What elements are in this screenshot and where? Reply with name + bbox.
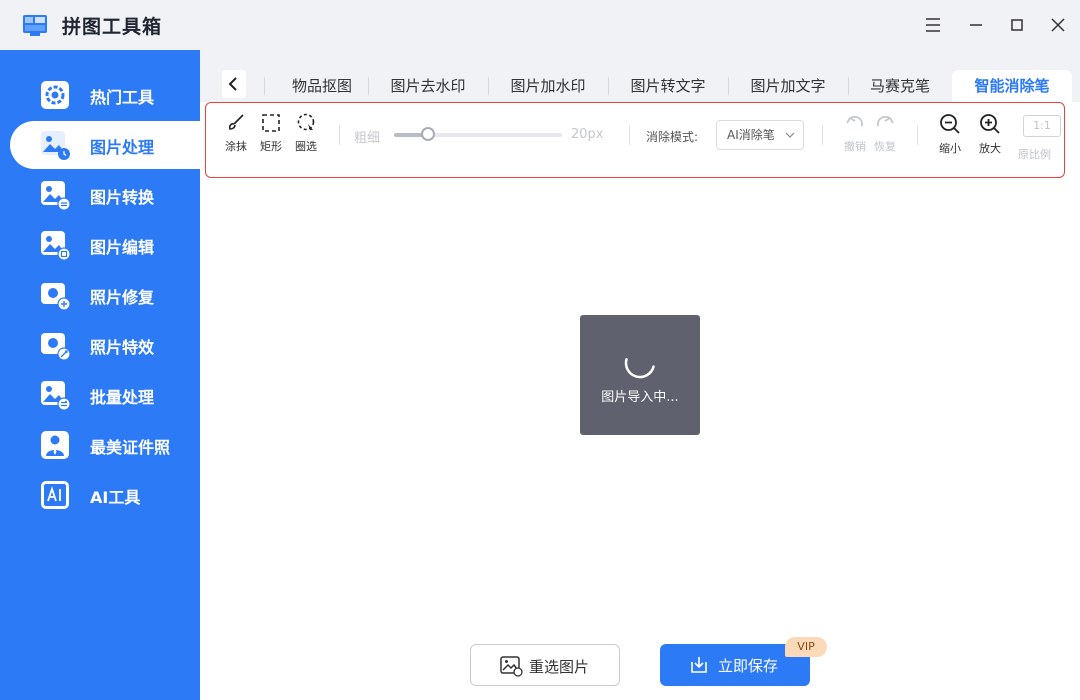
tab-smart-eraser[interactable]: 智能消除笔 (952, 70, 1072, 102)
thickness-value: 20px (571, 127, 604, 142)
sidebar-item-photo-repair[interactable]: 照片修复 (0, 271, 200, 319)
vip-badge: VIP (785, 637, 827, 657)
photo-repair-icon (41, 283, 70, 310)
loading-overlay: 图片导入中... (580, 315, 700, 435)
erase-mode-label: 消除模式: (646, 130, 699, 144)
tab-add-watermark[interactable]: 图片加水印 (496, 70, 600, 102)
thickness-slider[interactable] (394, 127, 562, 141)
sidebar-item-label: AI工具 (90, 488, 141, 507)
thickness-slider-handle[interactable] (420, 127, 435, 141)
tab-bar: 物品抠图 图片去水印 图片加水印 图片转文字 图片加文字 马赛克笔 智能消除笔 (200, 50, 1080, 102)
zoom-in-icon (980, 114, 1000, 134)
tab-separator (608, 77, 609, 95)
image-edit-icon (41, 231, 70, 260)
sidebar-item-label: 图片编辑 (90, 238, 155, 257)
sidebar-item-image-edit[interactable]: 图片编辑 (0, 221, 200, 269)
id-photo-icon (41, 431, 69, 459)
thickness-label: 粗细 (354, 131, 381, 146)
tab-separator (264, 77, 265, 95)
sidebar-item-hot-tools[interactable]: 热门工具 (0, 71, 200, 119)
app-logo-icon (23, 15, 47, 36)
ai-icon (41, 481, 69, 509)
tab-object-cutout[interactable]: 物品抠图 (272, 70, 372, 102)
original-ratio-label: 原比例 (1018, 148, 1051, 161)
lasso-label: 圈选 (295, 140, 317, 153)
lasso-icon (297, 113, 315, 131)
sidebar-item-label: 照片修复 (90, 288, 155, 307)
app-title: 拼图工具箱 (62, 16, 163, 38)
redo-label: 恢复 (874, 140, 896, 153)
minimize-icon[interactable] (963, 12, 989, 38)
toolbar-separator (629, 125, 630, 145)
sidebar-item-photo-effect[interactable]: 照片特效 (0, 321, 200, 369)
rect-label: 矩形 (260, 140, 282, 153)
chevron-down-icon (785, 132, 795, 138)
tab-separator (848, 77, 849, 95)
tab-remove-watermark[interactable]: 图片去水印 (376, 70, 480, 102)
batch-icon (41, 381, 70, 410)
zoom-in-button[interactable]: 放大 (970, 113, 1010, 156)
tab-separator (368, 77, 369, 95)
sidebar-item-image-convert[interactable]: 图片转换 (0, 171, 200, 219)
image-process-icon (41, 131, 70, 160)
sidebar-item-id-photo[interactable]: 最美证件照 (0, 421, 200, 469)
zoom-in-label: 放大 (979, 142, 1001, 155)
gear-icon (41, 81, 69, 109)
lasso-tool-button[interactable]: 圈选 (286, 113, 326, 154)
reselect-image-label: 重选图片 (529, 658, 590, 676)
tab-mosaic-brush[interactable]: 马赛克笔 (856, 70, 944, 102)
zoom-out-icon (940, 114, 960, 134)
save-now-label: 立即保存 (718, 657, 779, 675)
erase-mode-select[interactable]: AI消除笔 (716, 120, 804, 150)
spinner-icon (624, 358, 655, 379)
zoom-out-button[interactable]: 缩小 (930, 113, 970, 156)
tab-separator (728, 77, 729, 95)
rect-select-icon (262, 114, 280, 132)
sidebar-item-ai-tools[interactable]: AI工具 (0, 471, 200, 519)
sidebar-item-label: 照片特效 (90, 338, 155, 357)
toolbar-separator (917, 125, 918, 145)
sidebar-item-label: 图片处理 (90, 138, 155, 157)
smear-label: 涂抹 (225, 140, 247, 153)
sidebar-item-label: 图片转换 (90, 188, 155, 207)
loading-text: 图片导入中... (601, 390, 679, 405)
undo-icon (846, 115, 863, 127)
photo-effect-icon (41, 333, 70, 360)
sidebar-item-label: 批量处理 (90, 388, 155, 407)
chevron-left-icon (228, 77, 237, 91)
maximize-icon[interactable] (1004, 12, 1030, 38)
reselect-image-icon (500, 656, 523, 677)
redo-icon (877, 115, 894, 127)
title-bar: 拼图工具箱 (0, 0, 1080, 50)
erase-mode-value: AI消除笔 (727, 128, 775, 142)
tab-separator (488, 77, 489, 95)
sidebar-item-image-process[interactable]: 图片处理 (10, 121, 200, 169)
sidebar-item-label: 热门工具 (90, 88, 155, 107)
sidebar-item-batch[interactable]: 批量处理 (0, 371, 200, 419)
main-panel: 物品抠图 图片去水印 图片加水印 图片转文字 图片加文字 马赛克笔 智能消除笔 … (200, 50, 1080, 700)
image-convert-icon (41, 181, 70, 210)
reselect-image-button[interactable]: 重选图片 (470, 644, 620, 686)
redo-button[interactable]: 恢复 (865, 113, 905, 154)
original-ratio-button[interactable]: 1:1 (1023, 115, 1061, 137)
close-icon[interactable] (1045, 12, 1071, 38)
toolbar: 涂抹 矩形 圈选 粗细 20px 消除模式: AI消除笔 撤销 恢复 缩小 放大… (205, 102, 1065, 178)
toolbar-separator (822, 125, 823, 145)
sidebar-item-label: 最美证件照 (90, 438, 171, 457)
brush-icon (228, 114, 244, 130)
sidebar: 热门工具 图片处理 图片转换 图片编辑 照片修复 照片特效 批量处理 最美证件照… (0, 50, 200, 700)
tab-image-to-text[interactable]: 图片转文字 (616, 70, 720, 102)
rect-tool-button[interactable]: 矩形 (251, 113, 291, 154)
toolbar-separator (339, 125, 340, 145)
tab-back-button[interactable] (222, 70, 246, 98)
zoom-out-label: 缩小 (939, 142, 961, 155)
smear-tool-button[interactable]: 涂抹 (216, 113, 256, 154)
save-download-icon (691, 657, 707, 673)
tab-add-text[interactable]: 图片加文字 (736, 70, 840, 102)
menu-icon[interactable] (920, 12, 946, 38)
